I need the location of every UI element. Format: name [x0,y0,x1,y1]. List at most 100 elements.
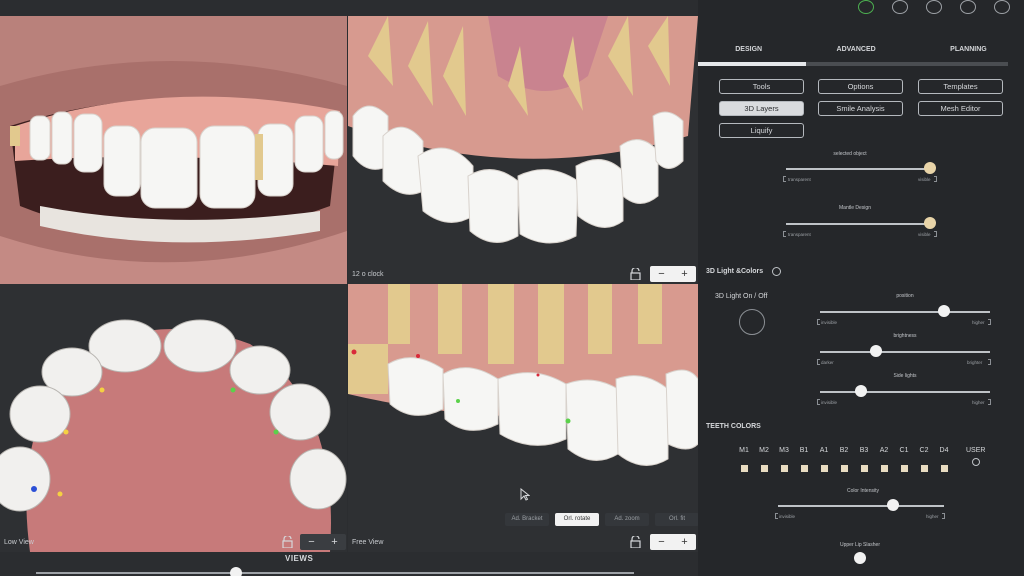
bracket-right [988,359,991,365]
3d-layers-button[interactable]: 3D Layers [719,101,804,116]
position-slider-track[interactable] [820,311,990,313]
shade-c2[interactable]: C2 [914,447,934,477]
camera-icon[interactable] [892,0,908,14]
download-icon[interactable] [960,0,976,14]
templates-button[interactable]: Templates [918,79,1003,94]
mantle-design-label: Mantle Design [839,205,871,211]
zoom-in-button[interactable]: + [331,536,337,548]
tab-active-indicator [698,62,806,66]
mantle-slider-track[interactable] [786,223,932,225]
shade-m2[interactable]: M2 [754,447,774,477]
viewport-label-free-view: Free View [352,539,384,546]
zoom-control: − + [650,266,696,282]
viewport-label-low-view: Low View [4,539,34,546]
side-lights-slider-track[interactable] [820,391,990,393]
shade-d4[interactable]: D4 [934,447,954,477]
bracket-right [988,319,991,325]
color-intensity-max-label: higher [926,514,939,519]
bracket-view-button[interactable]: Ad. Bracket [505,513,549,526]
shade-m1[interactable]: M1 [734,447,754,477]
color-intensity-label: Color Intensity [847,488,879,494]
selected-object-min-label: transparent [788,177,811,182]
mesh-editor-button[interactable]: Mesh Editor [918,101,1003,116]
photo-viewport[interactable] [0,16,347,284]
zoom-view-button[interactable]: Ad. zoom [605,513,649,526]
shade-m3[interactable]: M3 [774,447,794,477]
zoom-control: − + [650,534,696,550]
teeth-colors-title: TEETH COLORS [706,423,761,430]
shade-b1[interactable]: B1 [794,447,814,477]
liquify-button[interactable]: Liquify [719,123,804,138]
views-title: VIEWS [285,554,314,563]
color-intensity-slider-knob[interactable] [887,499,899,511]
brightness-slider-track[interactable] [820,351,990,353]
position-min-label: invisible [821,320,838,325]
color-intensity-slider-track[interactable] [778,505,944,507]
viewport-area: 12 o clock − + Low View − + Free View − … [0,0,699,576]
bracket-left [783,231,786,237]
top-icon-bar [858,0,1010,14]
fit-view-button[interactable]: Orl. fit [655,513,699,526]
zoom-out-button[interactable]: − [308,536,314,548]
bracket-right [934,231,937,237]
light-toggle-button[interactable] [739,309,765,335]
mantle-min-label: transparent [788,232,811,237]
mantle-max-label: visible [918,232,931,237]
side-lights-label: Side lights [893,373,917,379]
user-shade-toggle[interactable]: USER [966,447,985,466]
selected-object-label: selected object [833,151,867,157]
shade-c1[interactable]: C1 [894,447,914,477]
mantle-slider-knob[interactable] [924,217,936,229]
side-lights-min-label: invisible [821,400,838,405]
brightness-label: brightness [893,333,917,339]
position-label: position [896,293,914,299]
shade-a2[interactable]: A2 [874,447,894,477]
lock-icon[interactable] [630,268,641,280]
zoom-in-button[interactable]: + [681,536,687,548]
options-button[interactable]: Options [818,79,903,94]
rotate-view-button[interactable]: Orl. rotate [555,513,599,526]
zoom-in-button[interactable]: + [681,268,687,280]
tab-advanced[interactable]: ADVANCED [837,46,876,53]
lock-icon[interactable] [282,536,293,548]
settings-icon[interactable] [926,0,942,14]
smile-analysis-button[interactable]: Smile Analysis [818,101,903,116]
shade-b2[interactable]: B2 [834,447,854,477]
shade-a1[interactable]: A1 [814,447,834,477]
views-slider-track[interactable] [36,572,634,574]
bracket-left [817,359,820,365]
color-intensity-min-label: invisible [779,514,796,519]
user-radio[interactable] [971,458,980,466]
tools-button[interactable]: Tools [719,79,804,94]
occlusal-arch-3d [0,284,347,552]
brightness-slider-knob[interactable] [870,345,882,357]
tab-planning[interactable]: PLANNING [950,46,987,53]
position-max-label: higher [972,320,985,325]
side-lights-slider-knob[interactable] [855,385,867,397]
twelve-oclock-viewport[interactable]: 12 o clock − + [348,16,698,284]
info-icon[interactable] [772,267,781,276]
lock-icon[interactable] [630,536,641,548]
shade-b3[interactable]: B3 [854,447,874,477]
views-slider-knob[interactable] [230,567,242,576]
low-view-viewport[interactable]: Low View − + [0,284,347,552]
power-icon[interactable] [858,0,874,14]
mouse-cursor-icon [520,488,530,501]
brightness-max-label: brighter [967,360,983,365]
bracket-left [817,399,820,405]
position-slider-knob[interactable] [938,305,950,317]
side-lights-max-label: higher [972,400,985,405]
selected-object-slider-knob[interactable] [924,162,936,174]
tab-design[interactable]: DESIGN [735,46,762,53]
bracket-right [934,176,937,182]
selected-object-slider-track[interactable] [786,168,932,170]
viewport-label-12oclock: 12 o clock [352,271,384,278]
upper-arch-3d [348,16,698,284]
free-view-viewport[interactable]: Free View − + [348,284,698,552]
zoom-out-button[interactable]: − [658,268,664,280]
bracket-left [775,513,778,519]
help-icon[interactable] [994,0,1010,14]
zoom-out-button[interactable]: − [658,536,664,548]
view-toolbar: Ad. Bracket Orl. rotate Ad. zoom Orl. fi… [505,513,699,526]
upper-lip-slider-knob[interactable] [854,552,866,564]
